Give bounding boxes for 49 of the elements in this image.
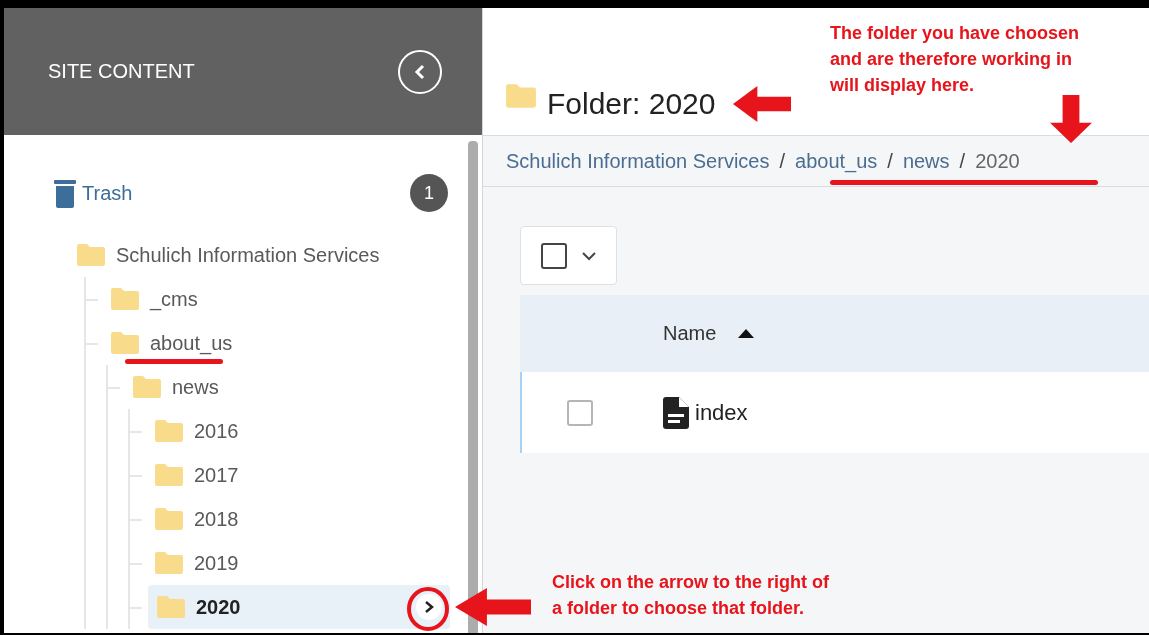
tree-item[interactable]: 2017 bbox=[148, 453, 450, 497]
folder-icon bbox=[110, 287, 140, 311]
select-all-button[interactable] bbox=[520, 226, 617, 285]
open-folder-button[interactable] bbox=[416, 594, 442, 620]
breadcrumb-link[interactable]: 2020 bbox=[975, 149, 1020, 173]
breadcrumb-separator: / bbox=[959, 149, 966, 173]
annotation-arrow bbox=[733, 86, 791, 122]
chevron-left-icon bbox=[413, 62, 427, 81]
folder-icon bbox=[110, 331, 140, 355]
folder-icon bbox=[154, 419, 184, 443]
folder-icon bbox=[132, 375, 162, 399]
sidebar-title: SITE CONTENT bbox=[48, 60, 195, 83]
collapse-button[interactable] bbox=[398, 49, 442, 94]
tree-item[interactable]: about_us bbox=[104, 321, 450, 365]
file-name[interactable]: index bbox=[695, 399, 748, 426]
table-row[interactable]: index bbox=[520, 372, 1149, 453]
scrollbar[interactable] bbox=[468, 141, 478, 633]
folder-icon bbox=[156, 595, 186, 619]
chevron-down-icon bbox=[580, 250, 597, 261]
tree-item[interactable]: news bbox=[126, 365, 450, 409]
breadcrumb-separator: / bbox=[887, 149, 893, 173]
trash-icon bbox=[54, 178, 76, 208]
folder-icon bbox=[76, 243, 106, 267]
breadcrumb-link[interactable]: about_us bbox=[795, 149, 878, 173]
folder-icon bbox=[505, 83, 537, 109]
tree-item[interactable]: 2018 bbox=[148, 497, 450, 541]
chevron-right-icon bbox=[423, 600, 435, 614]
breadcrumb-link[interactable]: Schulich Information Services bbox=[506, 149, 770, 173]
document-icon bbox=[663, 396, 689, 429]
tree-item[interactable]: 2016 bbox=[148, 409, 450, 453]
column-header[interactable]: Name bbox=[663, 322, 717, 345]
folder-icon bbox=[154, 551, 184, 575]
tree-item[interactable]: 2020 bbox=[148, 585, 450, 629]
tree-item[interactable]: _cms bbox=[104, 277, 450, 321]
annotation-note: The folder you have choosen and are therefore working in will display here. bbox=[830, 22, 1080, 97]
tree-item[interactable]: Schulich Information Services bbox=[70, 233, 450, 277]
trash-count-badge: 1 bbox=[410, 174, 448, 212]
tree-item[interactable]: 2019 bbox=[148, 541, 450, 585]
annotation-circle bbox=[407, 587, 449, 631]
annotation-arrow bbox=[1050, 95, 1092, 143]
checkbox[interactable] bbox=[540, 242, 567, 269]
breadcrumb-separator: / bbox=[779, 149, 785, 173]
trash-link[interactable]: Trash bbox=[54, 178, 410, 208]
folder-title: Folder: 2020 bbox=[547, 87, 716, 121]
breadcrumb-link[interactable]: news bbox=[902, 149, 950, 173]
checkbox[interactable] bbox=[567, 399, 593, 426]
annotation-note: Click on the arrow to the right of a folder to choose that folder. bbox=[552, 571, 829, 620]
folder-icon bbox=[154, 463, 184, 487]
folder-icon bbox=[154, 507, 184, 531]
